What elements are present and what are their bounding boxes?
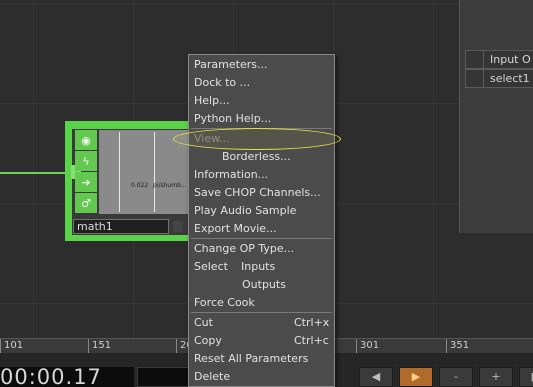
viewer-value: 0.022 — [131, 182, 149, 189]
menu-separator — [191, 238, 332, 239]
menu-item-select: Select — [194, 260, 228, 273]
data-table: Input O select1 — [465, 50, 533, 88]
ruler-tick: 351 — [446, 339, 469, 353]
menu-item-export-movie[interactable]: Export Movie... — [194, 220, 277, 238]
menu-item-select-outputs[interactable]: Outputs — [242, 276, 286, 294]
menu-item-python-help[interactable]: Python Help... — [194, 110, 271, 128]
table-viewer-panel: Input O select1 — [459, 0, 533, 233]
menu-shortcut-cut: Ctrl+x — [294, 316, 330, 329]
menu-item-play-audio-sample[interactable]: Play Audio Sample — [194, 202, 296, 220]
ruler-tick: 151 — [88, 339, 111, 353]
table-cell: Input O — [484, 50, 533, 69]
menu-item-information[interactable]: Information... — [194, 166, 268, 184]
display-flag-icon[interactable]: ➔ — [75, 172, 97, 192]
menu-item-cut-label: Cut — [194, 316, 213, 329]
ruler-tick: 101 — [0, 339, 23, 353]
menu-item-force-cook[interactable]: Force Cook — [194, 294, 255, 312]
viewer-line — [119, 132, 120, 212]
table-row: Input O — [465, 50, 533, 69]
zoom-in-button[interactable]: + — [479, 367, 513, 387]
menu-item-delete[interactable]: Delete — [194, 368, 230, 386]
menu-item-reset-all-parameters[interactable]: Reset All Parameters — [194, 350, 308, 368]
menu-item-cut[interactable]: Cut Ctrl+x — [194, 314, 332, 332]
menu-item-save-chop-channels[interactable]: Save CHOP Channels... — [194, 184, 321, 202]
ruler-tick: 301 — [356, 339, 379, 353]
bypass-flag-icon[interactable]: ϟ — [75, 151, 97, 171]
viewer-label: pi/shumb... — [153, 182, 187, 189]
stop-button[interactable]: ■ — [519, 367, 533, 387]
table-row: select1 — [465, 69, 533, 88]
menu-item-dock-to[interactable]: Dock to ... — [194, 74, 250, 92]
play-button[interactable]: ▶ — [399, 367, 433, 387]
menu-item-select-inputs[interactable]: Inputs — [241, 258, 275, 276]
menu-item-change-op-type[interactable]: Change OP Type... — [194, 240, 294, 258]
table-index-cell — [465, 69, 484, 88]
highlight-ellipse — [173, 128, 341, 150]
table-cell: select1 — [484, 69, 533, 88]
node-flag-column: ◉ ϟ ➔ ♂ — [75, 130, 97, 214]
node-toggle[interactable] — [173, 221, 183, 232]
zoom-out-button[interactable]: - — [439, 367, 473, 387]
viewer-flag-icon[interactable]: ◉ — [75, 130, 97, 150]
menu-item-copy[interactable]: Copy Ctrl+c — [194, 332, 332, 350]
menu-item-borderless[interactable]: Borderless... — [222, 148, 291, 166]
context-menu: Parameters... Dock to ... Help... Python… — [173, 54, 341, 387]
menu-separator — [191, 312, 332, 313]
menu-item-copy-label: Copy — [194, 334, 222, 347]
node-name-label[interactable]: math1 — [73, 219, 169, 234]
table-index-cell — [465, 50, 484, 69]
step-back-button[interactable]: ◀ — [359, 367, 393, 387]
viewer-line — [154, 132, 155, 212]
menu-item-parameters[interactable]: Parameters... — [194, 56, 267, 74]
timecode-display[interactable]: 00:00.17 — [0, 367, 134, 387]
menu-item-help[interactable]: Help... — [194, 92, 230, 110]
input-wire — [0, 172, 67, 174]
clone-flag-icon[interactable]: ♂ — [75, 193, 97, 213]
menu-shortcut-copy: Ctrl+c — [294, 334, 329, 347]
